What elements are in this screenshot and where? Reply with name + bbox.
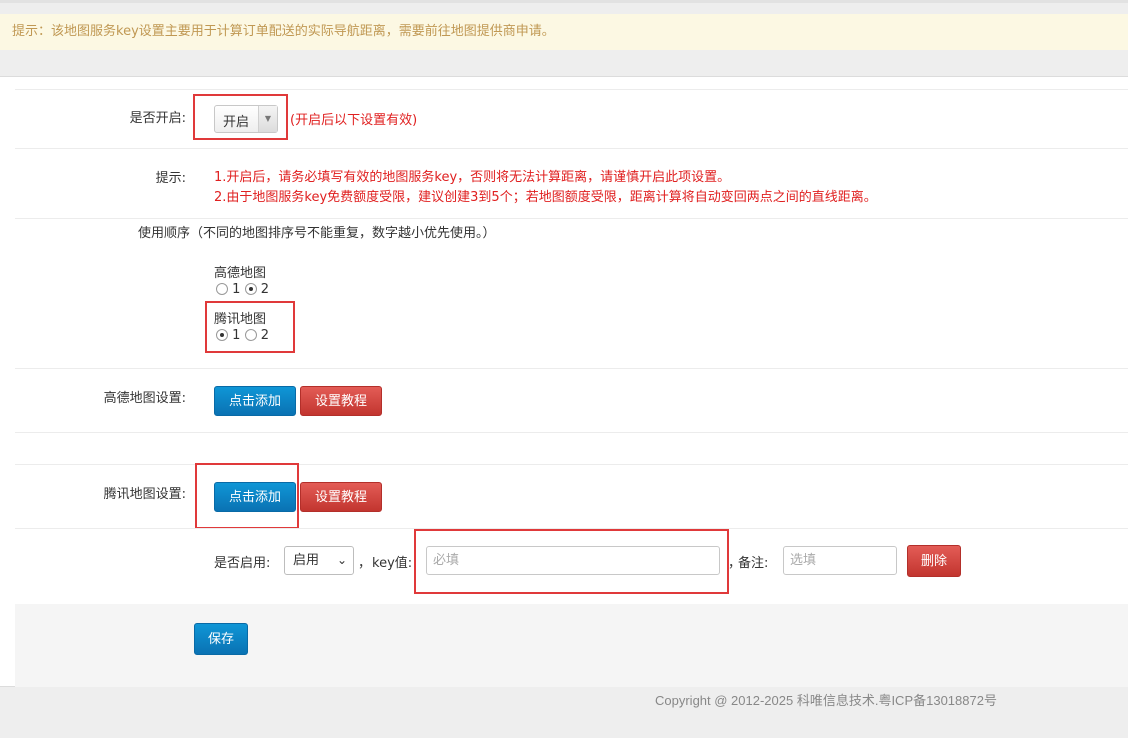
amap-order-radio-1[interactable] xyxy=(216,283,228,295)
top-border xyxy=(0,0,1128,3)
tips-label: 提示: xyxy=(155,171,186,186)
note-input-placeholder: 选填 xyxy=(790,553,817,568)
divider xyxy=(15,368,1128,369)
amap-order-name: 高德地图 xyxy=(214,266,267,281)
amap-tutorial-button[interactable]: 设置教程 xyxy=(300,386,382,416)
notice-banner: 提示：该地图服务key设置主要用于计算订单配送的实际导航距离，需要前往地图提供商… xyxy=(0,14,1128,50)
highlight-box-key xyxy=(414,529,729,594)
divider xyxy=(15,148,1128,149)
highlight-box-enable xyxy=(193,94,288,140)
amap-order-option-1: 1 xyxy=(232,282,241,297)
amap-order-options: 1 2 xyxy=(216,282,269,297)
divider xyxy=(15,89,1128,90)
copyright-text: Copyright @ 2012-2025 科唯信息技术.粤ICP备130188… xyxy=(655,693,997,708)
key-enabled-select[interactable]: 启用 ⌄ xyxy=(284,546,354,575)
divider xyxy=(15,218,1128,219)
highlight-box-tencent-order xyxy=(205,301,295,353)
divider xyxy=(15,432,1128,433)
note-label: 备注: xyxy=(738,556,769,571)
key-comma: ， xyxy=(358,556,372,571)
save-button[interactable]: 保存 xyxy=(194,623,248,655)
tip-line-2: 2.由于地图服务key免费额度受限，建议创建3到5个；若地图额度受限，距离计算将… xyxy=(214,190,877,205)
form-actions xyxy=(15,604,1128,687)
delete-button[interactable]: 删除 xyxy=(907,545,961,577)
enable-label: 是否开启: xyxy=(129,111,186,126)
chevron-down-icon: ⌄ xyxy=(336,553,347,567)
key-enabled-label: 是否启用: xyxy=(214,556,271,571)
tip-line-1: 1.开启后，请务必填写有效的地图服务key，否则将无法计算距离，请谨慎开启此项设… xyxy=(214,170,731,185)
tencent-tutorial-button[interactable]: 设置教程 xyxy=(300,482,382,512)
highlight-box-tencent-add xyxy=(195,463,299,529)
note-input[interactable]: 选填 xyxy=(783,546,897,575)
amap-settings-label: 高德地图设置: xyxy=(103,391,186,406)
key-label: key值: xyxy=(372,556,413,571)
divider xyxy=(15,464,1128,465)
tencent-settings-label: 腾讯地图设置: xyxy=(103,487,186,502)
amap-add-button[interactable]: 点击添加 xyxy=(214,386,296,416)
key-enabled-value: 启用 xyxy=(293,553,320,568)
amap-order-option-2: 2 xyxy=(260,282,269,297)
order-label: 使用顺序（不同的地图排序号不能重复，数字越小优先使用。） xyxy=(138,226,496,241)
amap-order-radio-2[interactable] xyxy=(244,283,257,295)
enable-note: (开启后以下设置有效) xyxy=(290,113,418,128)
